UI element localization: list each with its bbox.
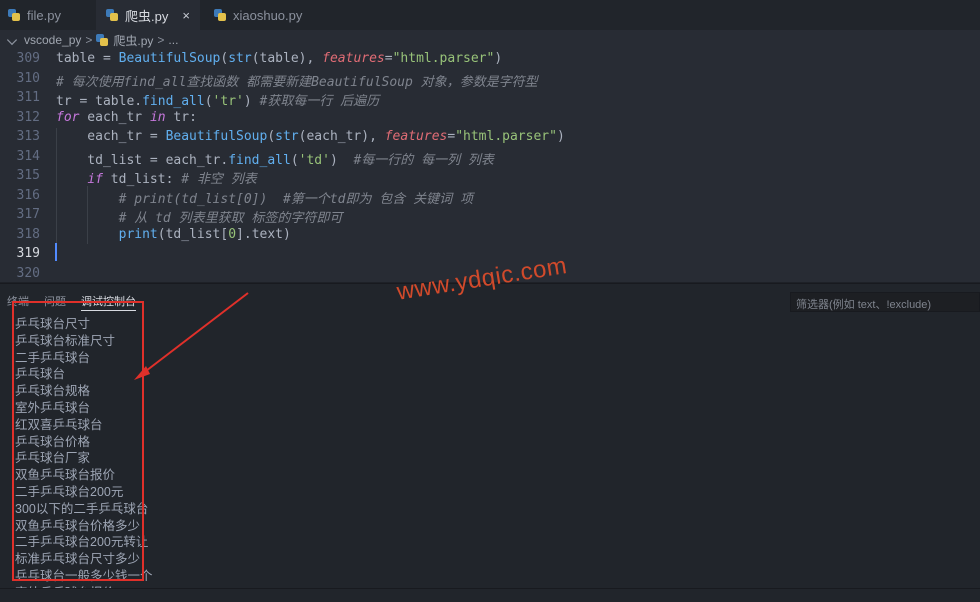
arrow-head <box>134 366 150 380</box>
status-bar <box>0 588 980 602</box>
annotation-arrow <box>134 292 249 380</box>
arrow-shaft <box>141 292 249 375</box>
